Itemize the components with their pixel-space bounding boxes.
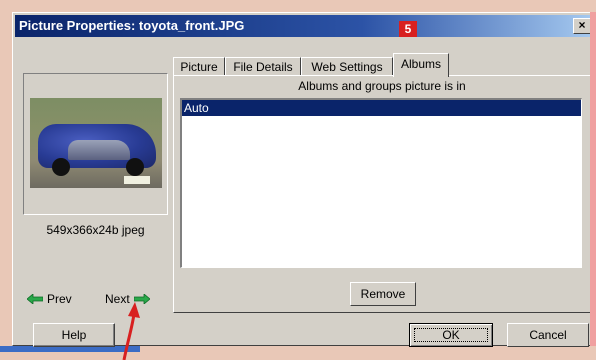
- albums-panel: Albums and groups picture is in Auto Rem…: [173, 75, 591, 313]
- annotation-arrow-icon: [122, 302, 140, 360]
- prev-label: Prev: [47, 292, 72, 306]
- step-badge: 5: [399, 21, 417, 37]
- right-edge-strip: [590, 12, 596, 346]
- title-bar[interactable]: Picture Properties: toyota_front.JPG ×: [15, 15, 593, 37]
- image-dimensions: 549x366x24b jpeg: [46, 223, 145, 237]
- picture-thumbnail: [30, 98, 162, 188]
- albums-listbox[interactable]: Auto: [180, 98, 582, 268]
- tab-picture[interactable]: Picture: [173, 57, 225, 77]
- close-button[interactable]: ×: [573, 18, 591, 34]
- list-item[interactable]: Auto: [182, 100, 581, 116]
- remove-button[interactable]: Remove: [350, 282, 416, 306]
- tab-file-details[interactable]: File Details: [225, 57, 301, 77]
- prev-button[interactable]: Prev: [27, 291, 72, 307]
- close-icon: ×: [578, 18, 586, 32]
- cancel-button[interactable]: Cancel: [507, 323, 589, 347]
- tab-web-settings[interactable]: Web Settings: [301, 57, 393, 77]
- thumbnail-frame: [23, 73, 168, 215]
- window-title: Picture Properties: toyota_front.JPG: [19, 18, 245, 33]
- focus-rect: [414, 328, 488, 342]
- tab-albums[interactable]: Albums: [393, 53, 449, 77]
- picture-properties-dialog: Picture Properties: toyota_front.JPG × 5…: [12, 12, 596, 347]
- ok-button[interactable]: OK: [409, 323, 493, 347]
- help-button[interactable]: Help: [33, 323, 115, 347]
- prev-arrow-icon: [27, 294, 43, 304]
- albums-caption: Albums and groups picture is in: [298, 79, 466, 93]
